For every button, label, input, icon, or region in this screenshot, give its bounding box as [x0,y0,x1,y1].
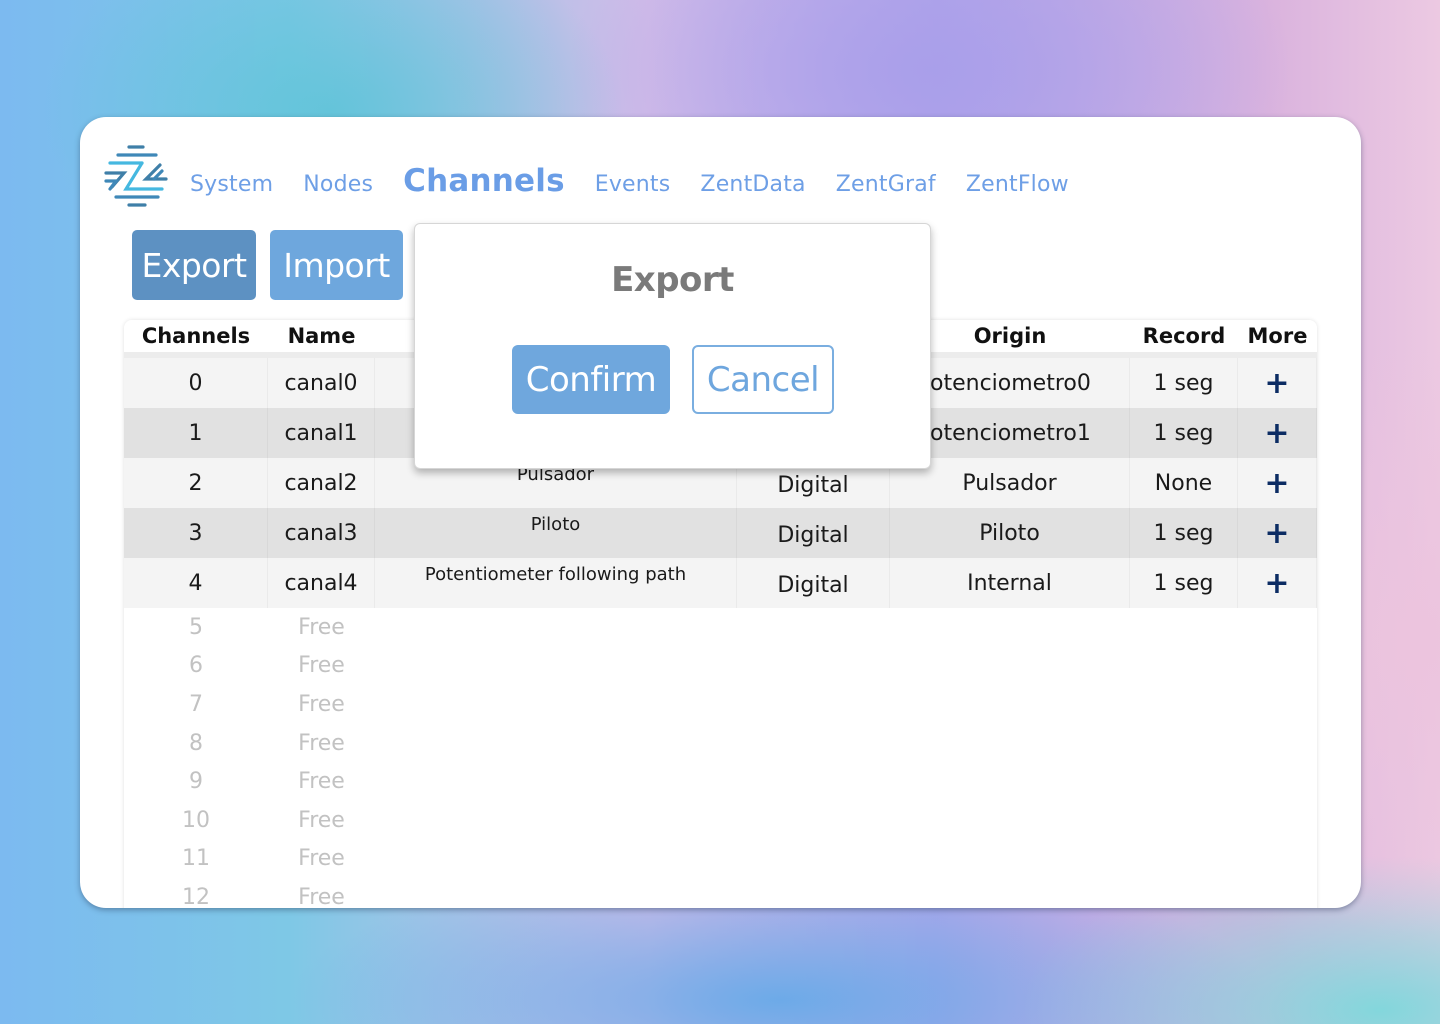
free-channel-row: 9 Free [124,762,1317,801]
nav-nodes[interactable]: Nodes [303,172,373,211]
header-record: Record [1142,324,1226,348]
nav-system[interactable]: System [190,172,273,211]
free-channel-row: 7 Free [124,685,1317,724]
cell-origin: Internal [890,558,1130,608]
cell-origin: Piloto [890,508,1130,558]
table-row: 3 canal3 Piloto Digital Piloto 1 seg + [124,508,1317,558]
cell-name: Free [298,846,345,872]
cell-channel: 10 [182,807,210,833]
cell-name: canal2 [268,458,375,508]
cell-record: 1 seg [1130,408,1238,458]
cell-channel: 1 [124,408,268,458]
modal-title: Export [611,260,734,300]
nav-zentdata[interactable]: ZentData [700,172,805,211]
nav-zentflow[interactable]: ZentFlow [966,172,1069,211]
nav-zentgraf[interactable]: ZentGraf [836,172,936,211]
cell-type: Digital [737,558,890,608]
cell-channel: 8 [189,730,203,756]
more-plus-icon[interactable]: + [1238,508,1317,558]
cell-record: None [1130,458,1238,508]
cell-channel: 9 [189,769,203,795]
cell-record: 1 seg [1130,358,1238,408]
nav-events[interactable]: Events [595,172,671,211]
more-plus-icon[interactable]: + [1238,558,1317,608]
cell-channel: 7 [189,691,203,717]
cell-name: Free [298,807,345,833]
free-channel-row: 5 Free [124,608,1317,647]
cell-name: Free [298,691,345,717]
cell-name: canal3 [268,508,375,558]
cell-channel: 0 [124,358,268,408]
free-channel-row: 8 Free [124,724,1317,763]
more-plus-icon[interactable]: + [1238,408,1317,458]
cell-record: 1 seg [1130,508,1238,558]
confirm-button[interactable]: Confirm [512,345,670,414]
app-window: System Nodes Channels Events ZentData Ze… [80,117,1361,908]
export-button[interactable]: Export [132,230,256,300]
cell-type: Digital [737,508,890,558]
cell-record: 1 seg [1130,558,1238,608]
cell-description: Potentiometer following path [375,558,737,608]
cell-name: Free [298,653,345,679]
zent-logo-icon [104,145,168,207]
cell-channel: 11 [182,846,210,872]
cell-name: canal1 [268,408,375,458]
cell-description: Piloto [375,508,737,558]
cell-channel: 6 [189,653,203,679]
export-modal: Export Confirm Cancel [414,223,931,469]
nav-channels[interactable]: Channels [403,163,565,211]
header-channels: Channels [141,324,251,348]
header-name: Name [287,324,356,348]
cell-channel: 12 [182,884,210,908]
cancel-button[interactable]: Cancel [692,345,834,414]
table-row: 4 canal4 Potentiometer following path Digit… [124,558,1317,608]
free-channel-row: 12 Free [124,878,1317,908]
cell-name: Free [298,769,345,795]
header-more: More [1247,324,1308,348]
free-channel-list: 5 Free 6 Free 7 Free 8 Free 9 Free 10 Free 11 Free 12 F… [124,608,1317,908]
top-nav: System Nodes Channels Events ZentData Ze… [102,141,1099,211]
cell-channel: 5 [189,614,203,640]
cell-channel: 3 [124,508,268,558]
more-plus-icon[interactable]: + [1238,358,1317,408]
cell-name: canal0 [268,358,375,408]
cell-name: Free [298,884,345,908]
cell-name: Free [298,730,345,756]
free-channel-row: 6 Free [124,647,1317,686]
cell-name: canal4 [268,558,375,608]
import-button[interactable]: Import [270,230,403,300]
more-plus-icon[interactable]: + [1238,458,1317,508]
cell-name: Free [298,614,345,640]
free-channel-row: 11 Free [124,840,1317,879]
cell-channel: 4 [124,558,268,608]
cell-channel: 2 [124,458,268,508]
free-channel-row: 10 Free [124,801,1317,840]
